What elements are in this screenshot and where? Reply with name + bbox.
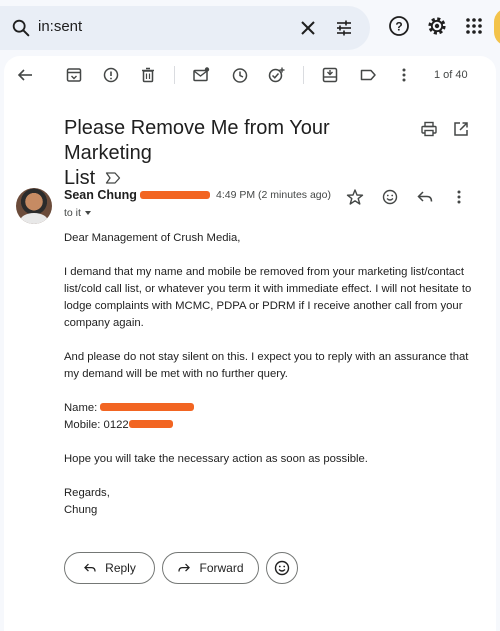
email-view: 1 of 40 Please Remove Me from Your Marke… bbox=[4, 56, 496, 631]
forward-button-label: Forward bbox=[199, 561, 244, 575]
email-body: Dear Management of Crush Media, I demand… bbox=[64, 230, 474, 536]
emoji-reaction-button[interactable] bbox=[266, 552, 298, 584]
email-signoff: Regards, Chung bbox=[64, 485, 474, 519]
contact-details: Name: Mobile: 0122 bbox=[64, 400, 474, 434]
search-options-icon[interactable] bbox=[334, 18, 354, 38]
account-avatar[interactable] bbox=[494, 8, 500, 46]
smiley-icon bbox=[274, 560, 290, 576]
email-subject: Please Remove Me from Your Marketing Lis… bbox=[64, 116, 416, 191]
back-arrow-icon[interactable] bbox=[16, 66, 34, 84]
toolbar-divider bbox=[174, 66, 175, 84]
reply-icon[interactable] bbox=[416, 188, 434, 206]
regards-text: Regards, bbox=[64, 487, 110, 499]
search-icon[interactable] bbox=[10, 17, 32, 39]
subject-line-2: List bbox=[64, 167, 96, 189]
more-options-icon[interactable] bbox=[450, 188, 468, 206]
pagination-count: 1 of 40 bbox=[434, 69, 468, 81]
apps-grid-icon[interactable] bbox=[462, 14, 486, 38]
add-to-tasks-icon[interactable] bbox=[267, 66, 285, 84]
name-label: Name: bbox=[64, 402, 101, 414]
open-in-new-window-icon[interactable] bbox=[452, 120, 470, 138]
redacted-name bbox=[100, 403, 195, 411]
search-bar[interactable]: in:sent bbox=[0, 6, 370, 50]
settings-gear-icon[interactable] bbox=[425, 14, 449, 38]
email-timestamp: 4:49 PM (2 minutes ago) bbox=[216, 189, 331, 201]
star-icon[interactable] bbox=[346, 188, 364, 206]
email-paragraph-2: And please do not stay silent on this. I… bbox=[64, 351, 469, 380]
more-vertical-icon[interactable] bbox=[395, 66, 413, 84]
important-label-icon[interactable] bbox=[105, 171, 121, 185]
delete-trash-icon[interactable] bbox=[139, 66, 157, 84]
forward-button[interactable]: Forward bbox=[162, 552, 259, 584]
reply-button-label: Reply bbox=[105, 561, 136, 575]
archive-icon[interactable] bbox=[65, 66, 83, 84]
email-toolbar: 1 of 40 bbox=[4, 56, 496, 96]
reply-button[interactable]: Reply bbox=[64, 552, 155, 584]
redacted-sender-email bbox=[140, 191, 210, 199]
snooze-clock-icon[interactable] bbox=[231, 66, 249, 84]
chevron-down-icon[interactable] bbox=[84, 211, 91, 215]
mobile-label: Mobile: 0122 bbox=[64, 419, 129, 431]
email-greeting: Dear Management of Crush Media, bbox=[64, 232, 241, 244]
forward-arrow-icon bbox=[178, 563, 191, 572]
help-icon[interactable]: ? bbox=[387, 14, 411, 38]
sender-name[interactable]: Sean Chung bbox=[64, 188, 137, 202]
email-paragraph-1: I demand that my name and mobile be remo… bbox=[64, 266, 472, 329]
email-closing-line: Hope you will take the necessary action … bbox=[64, 453, 368, 465]
top-bar: in:sent ? bbox=[0, 0, 500, 56]
reply-arrow-icon bbox=[84, 563, 96, 572]
mark-unread-icon[interactable] bbox=[192, 66, 210, 84]
signature-text: Chung bbox=[64, 504, 98, 516]
svg-text:?: ? bbox=[395, 20, 402, 34]
label-icon[interactable] bbox=[359, 66, 377, 84]
redacted-mobile bbox=[128, 420, 173, 428]
search-input[interactable]: in:sent bbox=[38, 18, 82, 35]
move-to-icon[interactable] bbox=[321, 66, 339, 84]
report-spam-icon[interactable] bbox=[102, 66, 120, 84]
clear-search-icon[interactable] bbox=[298, 18, 318, 38]
recipient-line[interactable]: to it bbox=[64, 207, 91, 219]
print-icon[interactable] bbox=[420, 120, 438, 138]
add-reaction-icon[interactable] bbox=[381, 188, 399, 206]
toolbar-divider bbox=[303, 66, 304, 84]
sender-avatar[interactable] bbox=[16, 188, 52, 224]
subject-line-1: Please Remove Me from Your Marketing bbox=[64, 117, 330, 164]
